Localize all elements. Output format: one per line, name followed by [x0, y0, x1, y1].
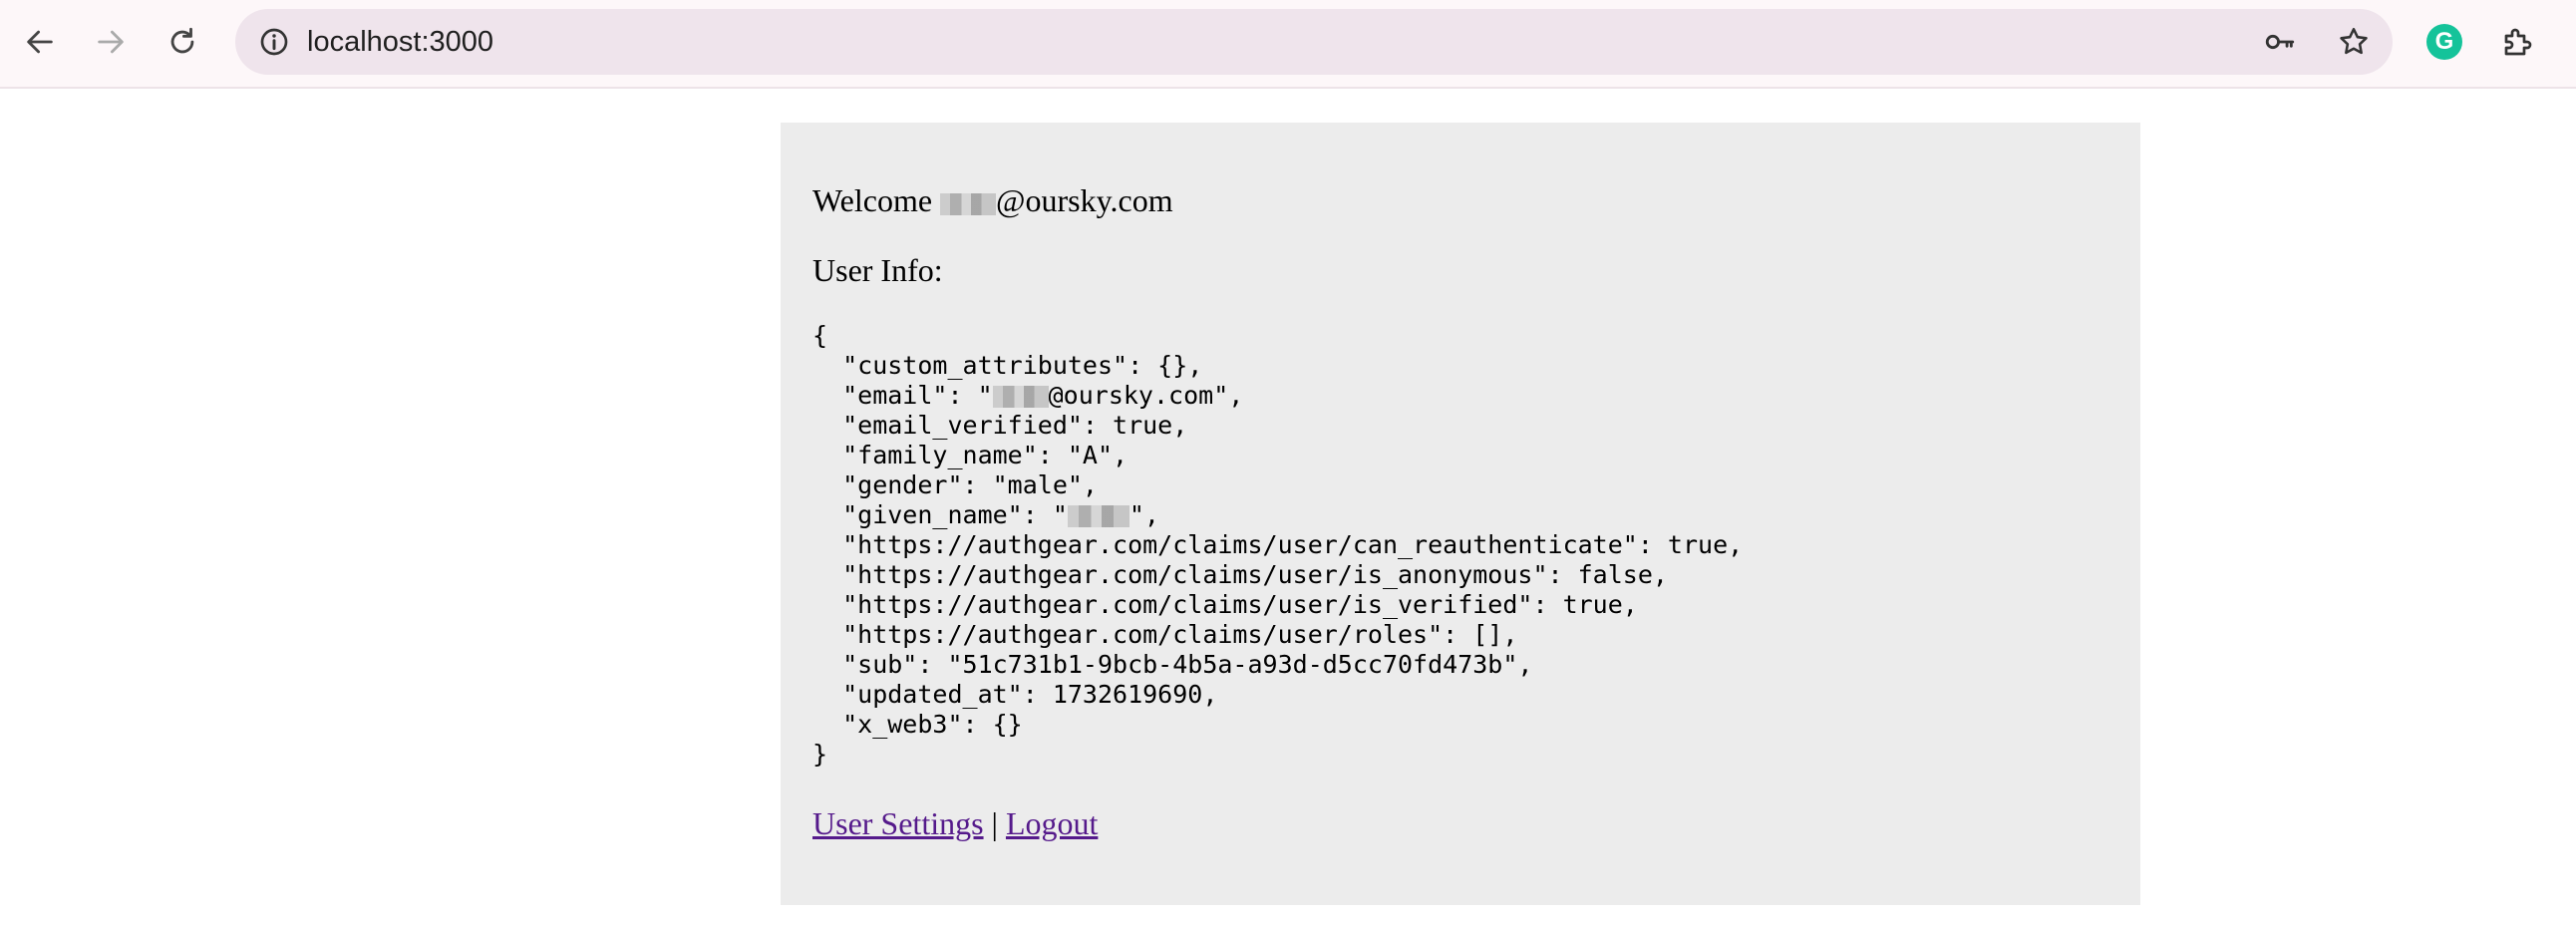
json-line: "family_name": "A",: [812, 441, 1128, 469]
link-separator: |: [983, 805, 1006, 841]
json-line-email: "email": " @oursky.com",: [812, 381, 1743, 411]
json-line: "custom_attributes": {},: [812, 351, 1203, 380]
star-icon: [2340, 27, 2368, 55]
extensions-button[interactable]: [2490, 14, 2546, 70]
url-text[interactable]: localhost:3000: [307, 9, 493, 75]
json-line: "x_web3": {}: [812, 710, 1023, 739]
info-icon: [260, 28, 288, 56]
back-button[interactable]: [10, 12, 70, 72]
password-button[interactable]: [2255, 17, 2305, 67]
address-bar[interactable]: localhost:3000: [235, 9, 2393, 75]
redacted-given-name: [1067, 505, 1129, 527]
json-email-suffix: @oursky.com",: [1048, 381, 1244, 410]
json-given-name-key: "given_name": ": [812, 500, 1068, 529]
json-line: "updated_at": 1732619690,: [812, 680, 1218, 709]
json-line: "https://authgear.com/claims/user/can_re…: [812, 530, 1744, 559]
grammarly-icon: G: [2426, 24, 2462, 60]
json-line: "https://authgear.com/claims/user/is_ano…: [812, 560, 1668, 589]
grammarly-extension-button[interactable]: G: [2416, 14, 2472, 70]
user-settings-link[interactable]: User Settings: [812, 805, 984, 841]
welcome-email-domain: @oursky.com: [996, 182, 1173, 218]
arrow-left-icon: [27, 30, 53, 54]
browser-toolbar: localhost:3000 G: [0, 0, 2576, 89]
json-email-key: "email": ": [812, 381, 993, 410]
user-info-card: Welcome @oursky.com User Info: { "custom…: [781, 123, 2140, 905]
forward-button[interactable]: [81, 12, 141, 72]
reload-button[interactable]: [153, 12, 212, 72]
json-line: }: [812, 740, 828, 769]
puzzle-icon: [2504, 28, 2532, 56]
json-line: {: [812, 321, 828, 350]
footer-links: User Settings | Logout: [812, 805, 1098, 842]
json-given-name-suffix: ",: [1128, 500, 1159, 529]
redacted-email-name: [940, 192, 997, 215]
arrow-right-icon: [98, 30, 124, 54]
json-line: "gender": "male",: [812, 470, 1098, 499]
logout-link[interactable]: Logout: [1006, 805, 1098, 841]
welcome-message: Welcome @oursky.com: [812, 182, 1173, 219]
welcome-prefix: Welcome: [812, 182, 941, 218]
site-info-button[interactable]: [249, 17, 299, 67]
json-line: "email_verified": true,: [812, 411, 1188, 440]
json-line: "https://authgear.com/claims/user/is_ver…: [812, 590, 1638, 619]
reload-icon: [170, 27, 194, 54]
json-line-given-name: "given_name": " ",: [812, 500, 1743, 530]
json-line: "sub": "51c731b1-9bcb-4b5a-a93d-d5cc70fd…: [812, 650, 1533, 679]
json-line: "https://authgear.com/claims/user/roles"…: [812, 620, 1518, 649]
user-info-label: User Info:: [812, 252, 943, 288]
key-icon: [2265, 34, 2295, 50]
bookmark-button[interactable]: [2329, 17, 2379, 67]
user-info-json: { "custom_attributes": {}, "email": " @ou…: [812, 321, 1743, 770]
redacted-email: [992, 386, 1049, 408]
